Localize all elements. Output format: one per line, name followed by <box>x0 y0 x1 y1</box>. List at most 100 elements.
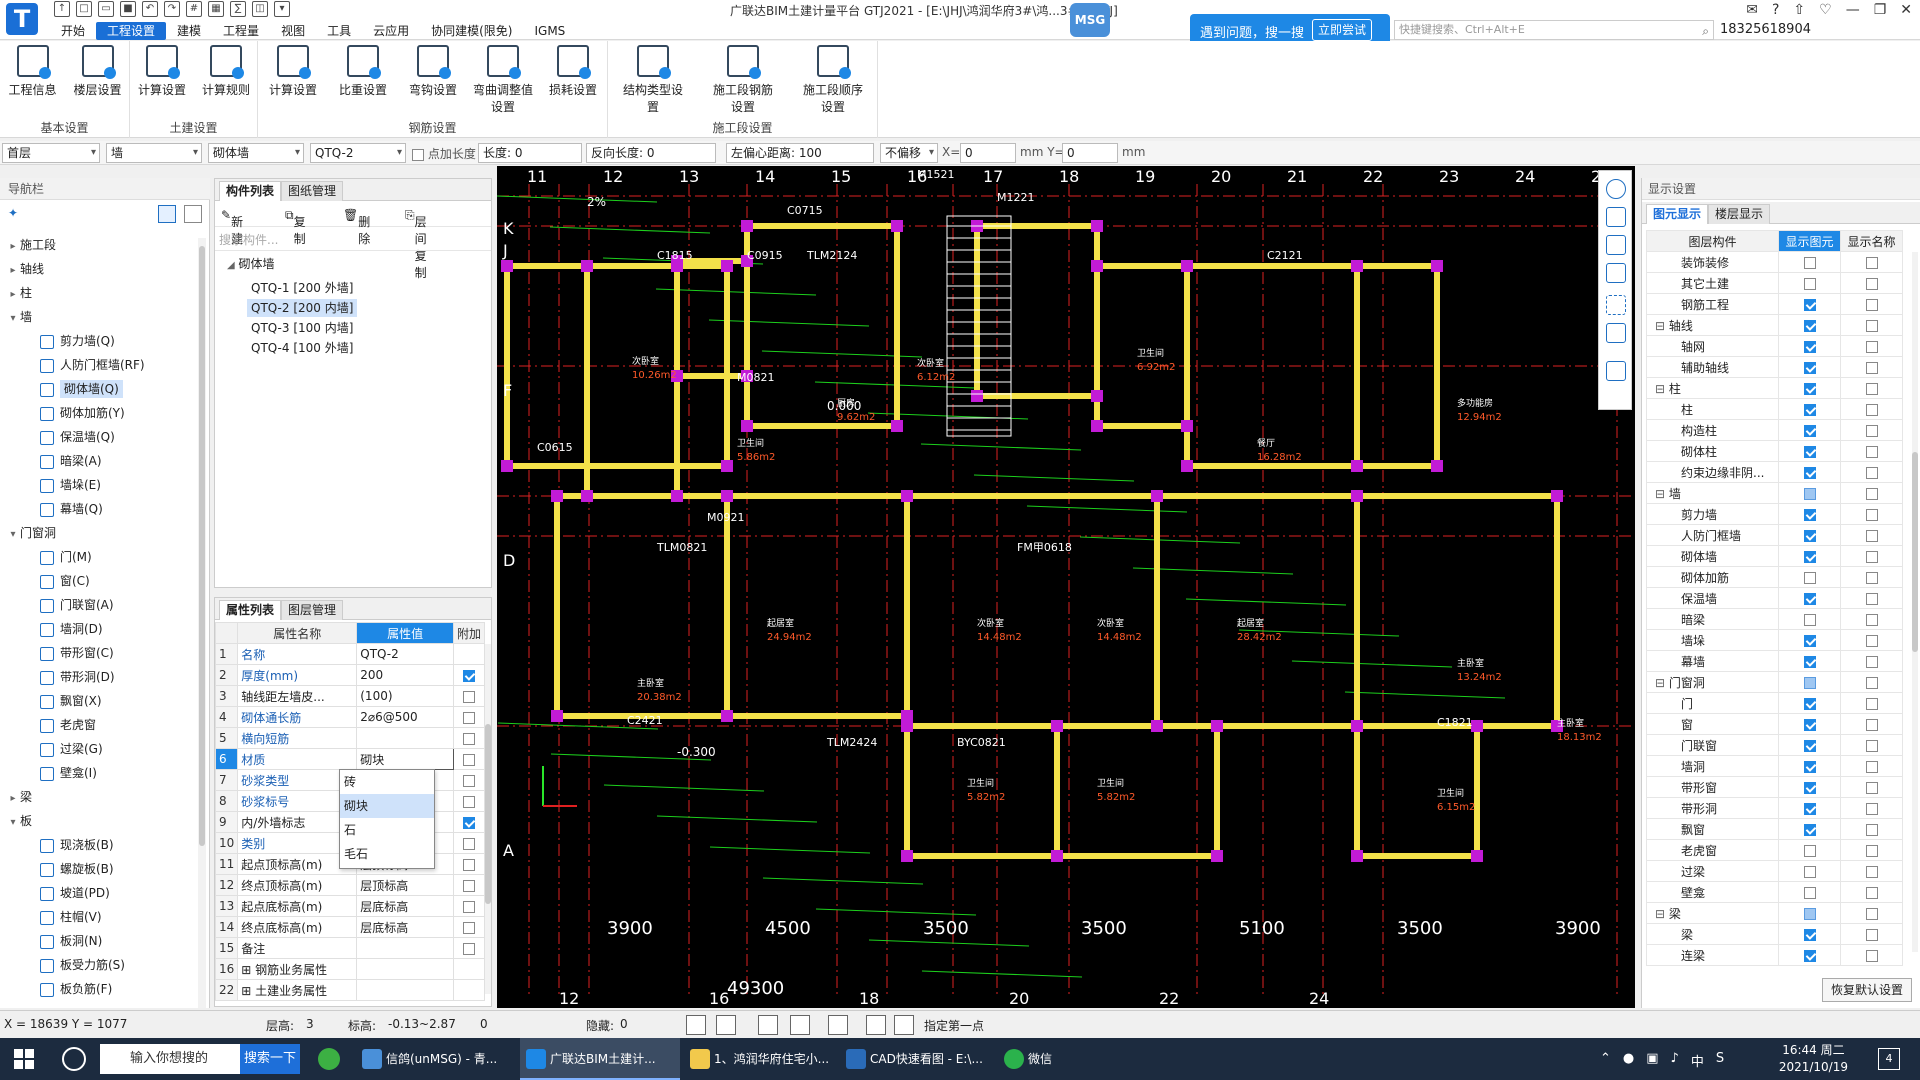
show-name-checkbox[interactable] <box>1865 634 1878 647</box>
ribbon-button[interactable]: 楼层设置 <box>68 45 128 98</box>
cube-view-icon[interactable] <box>1606 235 1626 255</box>
chat-icon[interactable]: ✉ <box>1746 2 1758 18</box>
show-name-checkbox[interactable] <box>1865 382 1878 395</box>
attach-checkbox[interactable] <box>462 900 475 913</box>
property-value-field[interactable]: 2⌀6@500 <box>356 706 454 728</box>
show-element-checkbox[interactable] <box>1803 739 1816 752</box>
show-name-checkbox[interactable] <box>1865 508 1878 521</box>
property-row[interactable]: 13 起点底标高(m) 层底标高 <box>214 895 486 917</box>
component-item[interactable]: QTQ-4 [100 外墙] <box>215 337 491 359</box>
nav-item[interactable]: 飘窗(X) <box>0 690 200 712</box>
property-value-field[interactable]: QTQ-2 <box>356 643 454 665</box>
nav-item[interactable]: 板洞(N) <box>0 930 200 952</box>
show-element-checkbox[interactable] <box>1803 466 1816 479</box>
show-element-checkbox[interactable] <box>1803 487 1816 500</box>
show-element-checkbox[interactable] <box>1803 382 1816 395</box>
show-name-checkbox[interactable] <box>1865 466 1878 479</box>
nav-item[interactable]: ▾ 门窗洞 <box>0 522 200 544</box>
taskbar-item-cad[interactable]: CAD快速看图 - E:\... <box>840 1038 990 1080</box>
layer-view-icon[interactable] <box>1606 263 1626 283</box>
rotate-view-icon[interactable] <box>1606 323 1626 343</box>
component-item[interactable]: QTQ-2 [200 内墙] <box>215 297 491 319</box>
attach-checkbox[interactable] <box>462 879 475 892</box>
nav-item[interactable]: 保温墙(Q) <box>0 426 200 448</box>
delete-button[interactable]: 🗑 删除 <box>343 208 370 246</box>
skin-icon[interactable]: ♡ <box>1819 2 1832 18</box>
show-element-checkbox[interactable] <box>1803 760 1816 773</box>
show-name-checkbox[interactable] <box>1865 445 1878 458</box>
show-element-checkbox[interactable] <box>1803 781 1816 794</box>
display-row[interactable]: 门联窗 <box>1646 734 1903 756</box>
x-input[interactable]: 0 <box>960 143 1016 163</box>
drawing-canvas[interactable]: 1112131415161718192021222324251216182022… <box>497 166 1635 1008</box>
floor-select[interactable]: 首层 ▾ <box>2 143 100 163</box>
collapse-icon[interactable]: ⊟ <box>1655 676 1669 690</box>
show-name-checkbox[interactable] <box>1865 844 1878 857</box>
show-element-checkbox[interactable] <box>1803 949 1816 962</box>
menu-item[interactable]: 协同建模(限免) <box>420 22 523 40</box>
show-element-checkbox[interactable] <box>1803 802 1816 815</box>
new-button[interactable]: ✎ 新建 <box>221 208 243 246</box>
nav-item[interactable]: 门联窗(A) <box>0 594 200 616</box>
search-icon[interactable]: ⌕ <box>1702 22 1709 40</box>
nav-item[interactable]: 板负筋(F) <box>0 978 200 1000</box>
redo-icon[interactable]: ↷ <box>164 1 180 17</box>
attach-checkbox[interactable] <box>462 942 475 955</box>
offset-mode-select[interactable]: 不偏移 ▾ <box>880 143 938 163</box>
display-row[interactable]: 砌体加筋 <box>1646 566 1903 588</box>
show-name-checkbox[interactable] <box>1865 361 1878 374</box>
show-element-checkbox[interactable] <box>1803 928 1816 941</box>
show-element-checkbox[interactable] <box>1803 319 1816 332</box>
display-row[interactable]: 人防门框墙 <box>1646 524 1903 546</box>
new-file-icon[interactable]: □ <box>76 1 92 17</box>
ribbon-button[interactable]: 计算规则 <box>196 45 256 98</box>
expand-icon[interactable]: ▾ <box>6 812 20 834</box>
property-scrollbar[interactable] <box>485 644 491 994</box>
show-element-checkbox[interactable] <box>1803 655 1816 668</box>
attach-checkbox[interactable] <box>462 669 475 682</box>
show-element-checkbox[interactable] <box>1803 550 1816 563</box>
tab-property-list[interactable]: 属性列表 <box>219 600 282 620</box>
display-row[interactable]: 壁龛 <box>1646 881 1903 903</box>
show-name-checkbox[interactable] <box>1865 529 1878 542</box>
display-row[interactable]: ⊟ 墙 <box>1646 482 1903 504</box>
display-row[interactable]: 带形窗 <box>1646 776 1903 798</box>
expand-icon[interactable]: ▸ <box>6 788 20 810</box>
menu-item[interactable]: 视图 <box>270 22 316 40</box>
copy-button[interactable]: ⧉ 复制 <box>285 208 306 246</box>
nav-item[interactable]: 老虎窗 <box>0 714 200 736</box>
tray-app-icon[interactable]: ● <box>1623 1051 1634 1070</box>
show-name-checkbox[interactable] <box>1865 256 1878 269</box>
display-row[interactable]: 构造柱 <box>1646 419 1903 441</box>
undo-icon[interactable]: ↶ <box>142 1 158 17</box>
property-value-field[interactable] <box>356 979 454 1001</box>
maximize-icon[interactable]: ❐ <box>1874 2 1887 18</box>
property-row[interactable]: 6 材质 砌块 <box>214 748 486 770</box>
display-row[interactable]: 约束边缘非阴... <box>1646 461 1903 483</box>
app-logo[interactable]: T <box>6 3 38 35</box>
calc-icon[interactable]: ∑ <box>230 1 246 17</box>
property-row[interactable]: 1 名称 QTQ-2 <box>214 643 486 665</box>
show-element-checkbox[interactable] <box>1803 844 1816 857</box>
ribbon-button[interactable]: 施工段钢筋设置 <box>713 45 773 115</box>
show-element-checkbox[interactable] <box>1803 529 1816 542</box>
attach-checkbox[interactable] <box>462 711 475 724</box>
nav-item[interactable]: 暗梁(A) <box>0 450 200 472</box>
dropdown-option[interactable]: 石 <box>340 818 434 842</box>
show-name-checkbox[interactable] <box>1865 739 1878 752</box>
component-item[interactable]: QTQ-1 [200 外墙] <box>215 277 491 299</box>
taskbar-clock[interactable]: 16:44 周二 2021/10/19 <box>1779 1042 1848 1076</box>
display-row[interactable]: ⊟ 柱 <box>1646 377 1903 399</box>
track-icon[interactable] <box>866 1015 886 1035</box>
ribbon-button[interactable]: 比重设置 <box>333 45 393 98</box>
save-icon[interactable]: ■ <box>120 1 136 17</box>
show-element-checkbox[interactable] <box>1803 340 1816 353</box>
show-name-checkbox[interactable] <box>1865 424 1878 437</box>
ribbon-button[interactable]: 损耗设置 <box>543 45 603 98</box>
taskbar-item-gtj[interactable]: 广联达BIM土建计... <box>520 1038 680 1080</box>
show-element-checkbox[interactable] <box>1803 886 1816 899</box>
edit-view-icon[interactable] <box>1606 361 1626 381</box>
show-name-checkbox[interactable] <box>1865 319 1878 332</box>
ribbon-button[interactable]: 施工段顺序设置 <box>803 45 863 115</box>
show-name-checkbox[interactable] <box>1865 760 1878 773</box>
